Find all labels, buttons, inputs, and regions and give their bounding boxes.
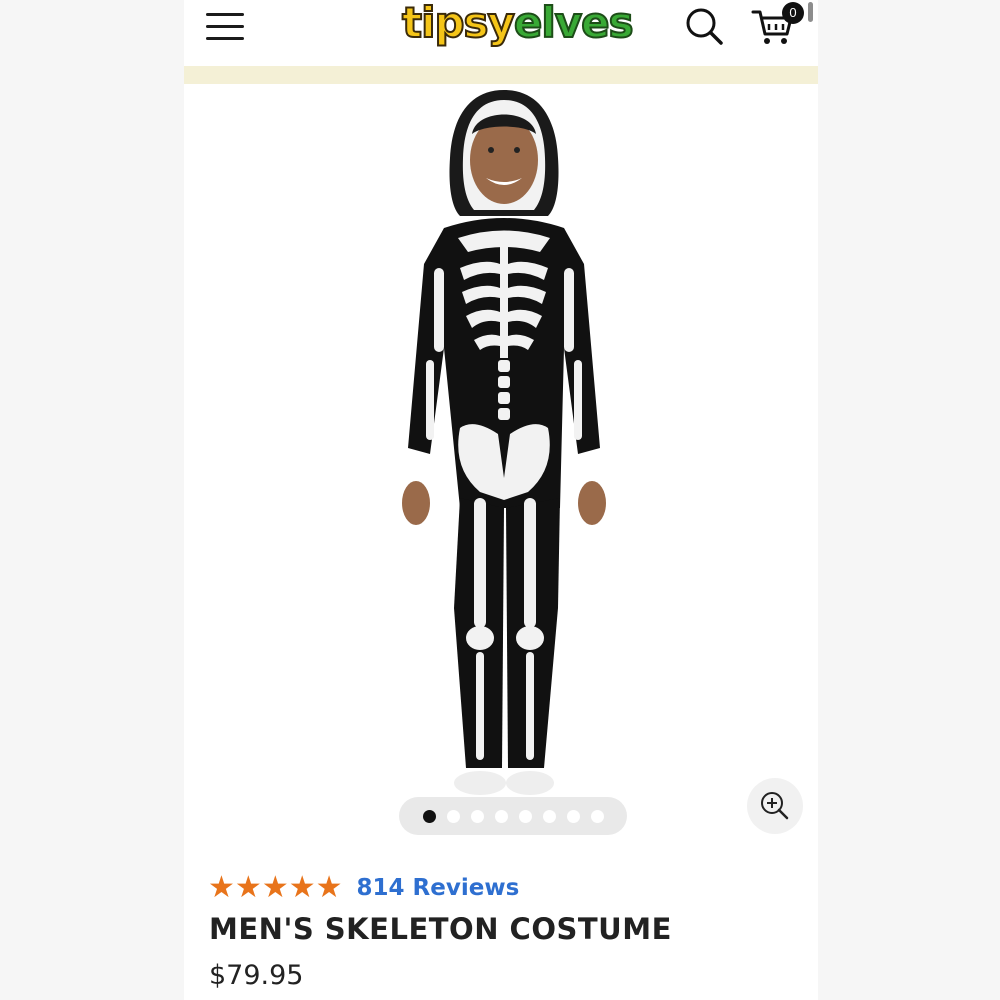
- star-icon: ★: [315, 870, 343, 905]
- reviews-link[interactable]: 814 Reviews: [357, 875, 520, 901]
- product-price: $79.95: [209, 960, 304, 991]
- tipsy-elves-logo[interactable]: tipsyelves: [401, 0, 635, 52]
- logo-text-elves: elves: [513, 0, 635, 48]
- mobile-page: tipsyelves 0 ★ ★ ★ ★ ★ 814 Reviews MEN'S…: [184, 0, 818, 1000]
- shopping-cart-icon[interactable]: 0: [750, 2, 806, 48]
- gallery-dot[interactable]: [470, 809, 484, 823]
- logo-text-tipsy: tipsy: [401, 0, 516, 48]
- announcement-bar: [184, 66, 818, 84]
- zoom-in-icon[interactable]: [747, 778, 803, 834]
- gallery-dot[interactable]: [494, 809, 508, 823]
- right-backdrop: [818, 0, 1000, 1000]
- gallery-pagination: [399, 797, 627, 835]
- search-icon[interactable]: [684, 6, 724, 46]
- product-rating: ★ ★ ★ ★ ★ 814 Reviews: [208, 870, 519, 906]
- star-icon: ★: [288, 870, 316, 905]
- left-backdrop: [0, 0, 184, 1000]
- gallery-dot[interactable]: [542, 809, 556, 823]
- star-icon: ★: [261, 870, 289, 905]
- hamburger-menu-icon[interactable]: [204, 10, 246, 44]
- gallery-dot[interactable]: [566, 809, 580, 823]
- star-icon: ★: [234, 870, 262, 905]
- gallery-dot[interactable]: [446, 809, 460, 823]
- gallery-dot[interactable]: [518, 809, 532, 823]
- product-image[interactable]: [364, 88, 644, 800]
- scrollbar-thumb[interactable]: [808, 2, 813, 22]
- cart-count-badge: 0: [782, 2, 804, 24]
- gallery-dot[interactable]: [590, 809, 604, 823]
- star-icon: ★: [208, 870, 235, 905]
- gallery-dot[interactable]: [422, 809, 436, 823]
- site-header: tipsyelves 0: [184, 0, 818, 66]
- product-title: MEN'S SKELETON COSTUME: [209, 912, 672, 946]
